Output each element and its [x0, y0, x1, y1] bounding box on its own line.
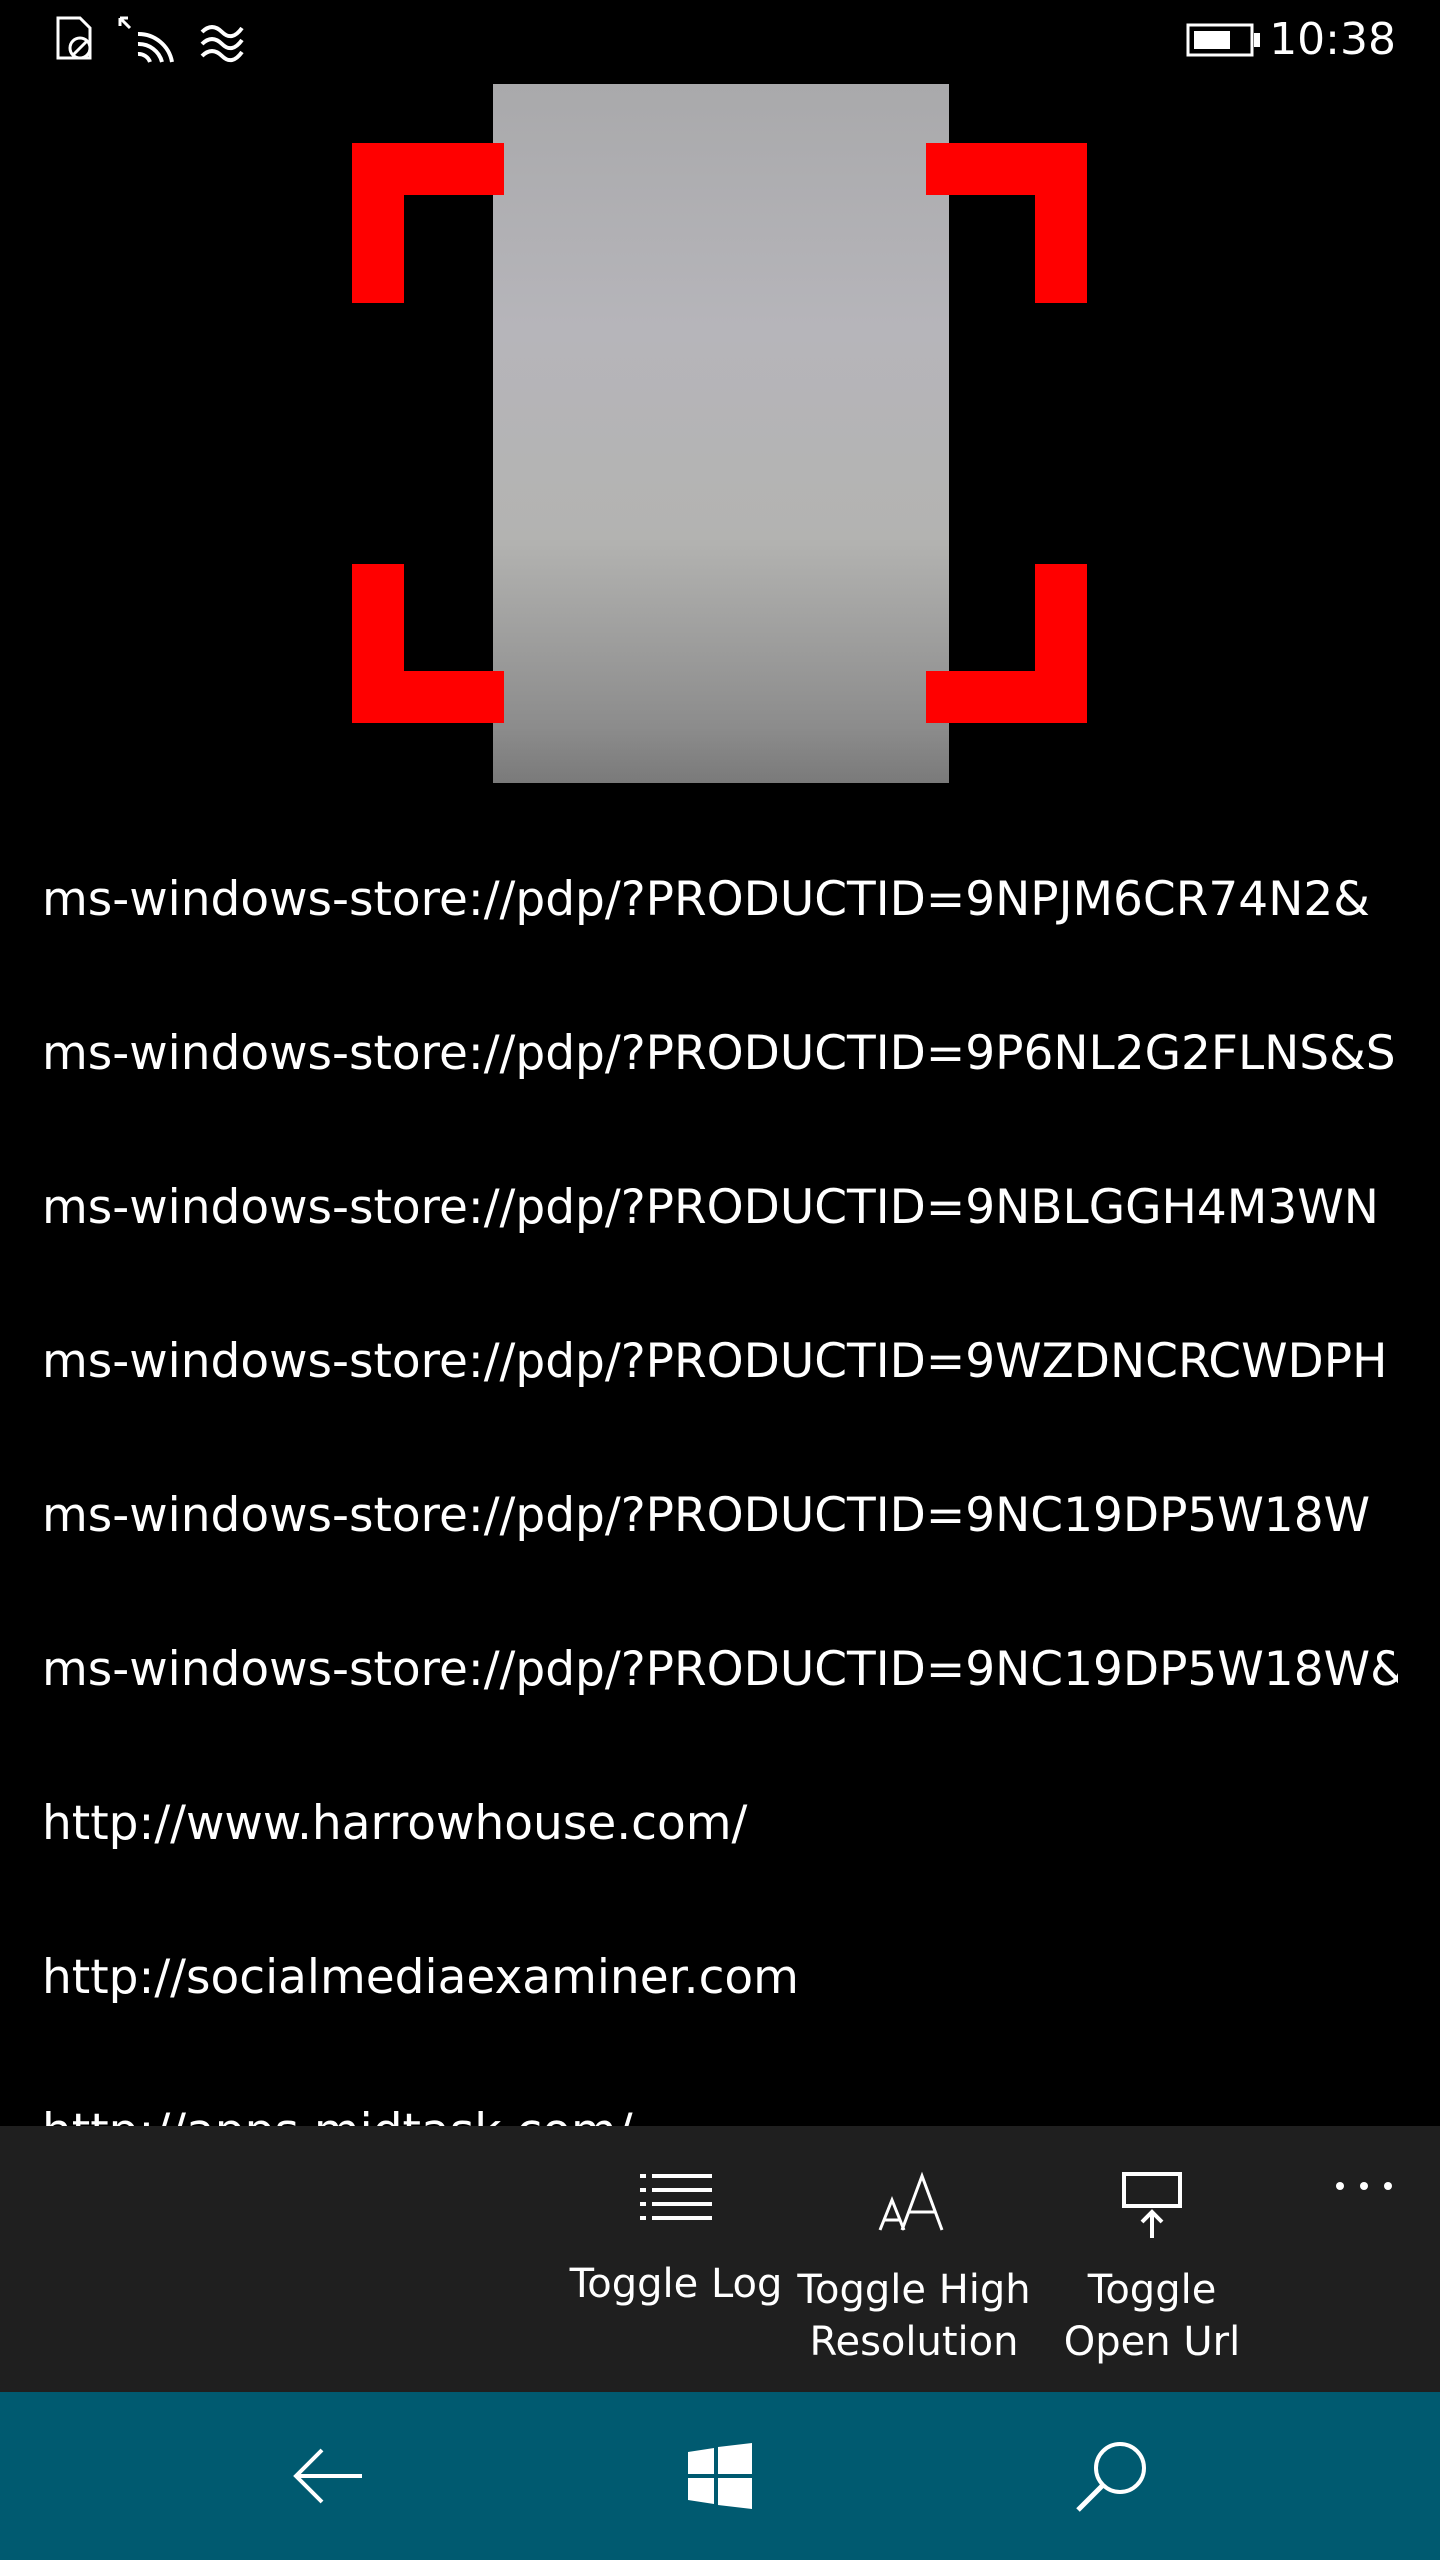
wifi-icon [116, 14, 176, 64]
log-item[interactable]: ms-windows-store://pdp/?PRODUCTID=9NBLGG… [42, 1173, 1398, 1243]
status-bar: 10:38 [0, 0, 1440, 80]
open-url-icon [1122, 2172, 1182, 2238]
scan-frame-top-right [926, 143, 1087, 303]
log-item[interactable]: http://apps.midtask.com/ [42, 2097, 1398, 2126]
toggle-open-url-button[interactable]: Toggle Open Url [1032, 2126, 1272, 2392]
status-time: 10:38 [1269, 14, 1396, 65]
command-bar: Toggle Log Toggle High Resolution Toggle… [0, 2126, 1440, 2392]
search-button[interactable] [1012, 2392, 1212, 2560]
scan-frame-top-left [352, 143, 504, 303]
start-button[interactable] [620, 2392, 820, 2560]
windows-start-icon [688, 2443, 752, 2509]
back-button[interactable] [228, 2392, 428, 2560]
more-button[interactable] [1290, 2126, 1440, 2266]
list-icon [640, 2174, 712, 2220]
app-screen: 10:38 ms-windows-store://pdp/?PRODUCTID=… [0, 0, 1440, 2560]
sim-no-service-icon [52, 14, 100, 64]
toggle-high-resolution-label: Toggle High Resolution [797, 2267, 1031, 2365]
search-icon [1076, 2442, 1146, 2512]
toggle-open-url-label: Toggle Open Url [1063, 2267, 1241, 2365]
scan-frame-bottom-left [352, 564, 504, 723]
battery-icon [1186, 22, 1262, 72]
log-item[interactable]: ms-windows-store://pdp/?PRODUCTID=9WZDNC… [42, 1327, 1398, 1397]
toggle-high-resolution-button[interactable]: Toggle High Resolution [794, 2126, 1034, 2392]
scan-log-list[interactable]: ms-windows-store://pdp/?PRODUCTID=9NPJM6… [0, 820, 1440, 2126]
font-size-icon [878, 2171, 944, 2231]
log-item[interactable]: http://socialmediaexaminer.com [42, 1943, 1398, 2013]
back-arrow-icon [293, 2448, 362, 2504]
camera-preview [493, 84, 949, 783]
log-item[interactable]: http://www.harrowhouse.com/ [42, 1789, 1398, 1859]
toggle-log-label: Toggle Log [569, 2261, 783, 2307]
log-item[interactable]: ms-windows-store://pdp/?PRODUCTID=9P6NL2… [42, 1019, 1398, 1089]
log-item[interactable]: ms-windows-store://pdp/?PRODUCTID=9NPJM6… [42, 865, 1398, 935]
cellular-signal-icon [196, 14, 250, 64]
log-item[interactable]: ms-windows-store://pdp/?PRODUCTID=9NC19D… [42, 1481, 1398, 1551]
more-icon [1336, 2182, 1392, 2190]
scan-frame-bottom-right [926, 564, 1087, 723]
log-item[interactable]: ms-windows-store://pdp/?PRODUCTID=9NC19D… [42, 1635, 1398, 1705]
toggle-log-button[interactable]: Toggle Log [556, 2126, 796, 2392]
navigation-bar [0, 2392, 1440, 2560]
